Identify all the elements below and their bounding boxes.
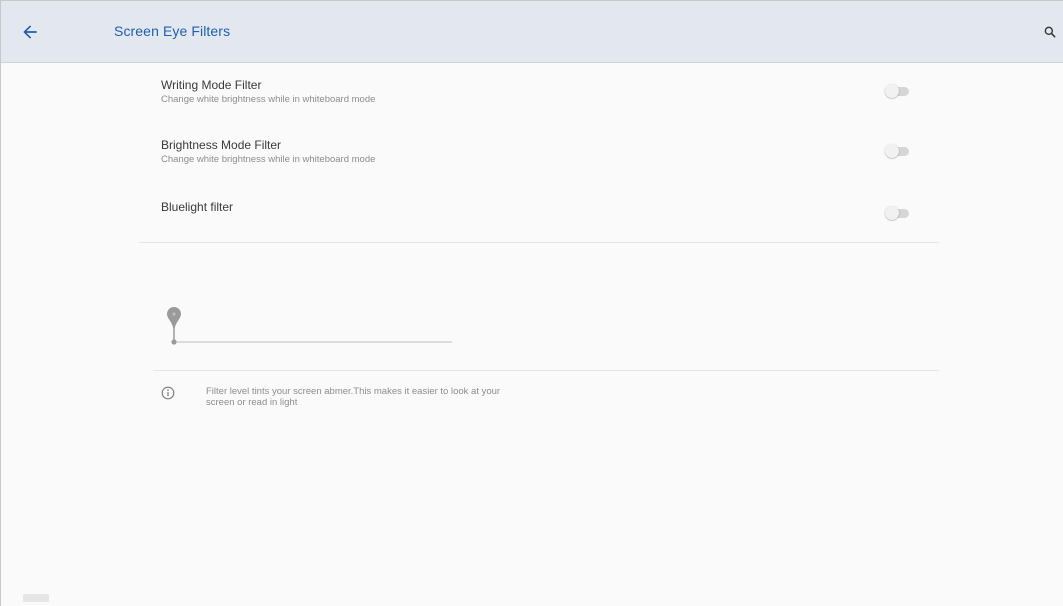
setting-title: Writing Mode Filter: [161, 78, 262, 92]
toggle-thumb: [885, 206, 899, 220]
filter-level-info-text: Filter level tints your screen abmer.Thi…: [206, 386, 501, 408]
search-icon: [1044, 26, 1056, 38]
setting-bluelight-filter: Bluelight filter: [161, 200, 921, 214]
setting-title: Bluelight filter: [161, 200, 234, 214]
bluelight-filter-toggle[interactable]: [885, 206, 911, 220]
app-bar: Screen Eye Filters: [1, 1, 1063, 63]
setting-subtitle: Change white brightness while in whitebo…: [161, 94, 376, 105]
page-title: Screen Eye Filters: [114, 23, 231, 39]
search-button[interactable]: [1041, 23, 1059, 41]
section-divider: [139, 242, 939, 243]
setting-writing-mode-filter: Writing Mode Filter Change white brightn…: [161, 78, 921, 106]
slider-track: [173, 341, 452, 343]
filter-level-slider[interactable]: [167, 307, 455, 349]
setting-brightness-mode-filter: Brightness Mode Filter Change white brig…: [161, 138, 921, 166]
slider-thumb-pin: [167, 307, 181, 345]
section-divider: [153, 370, 939, 371]
screen-eye-filters-window: Screen Eye Filters Writing Mode Filter C…: [0, 0, 1063, 606]
system-nav-indicator: [23, 594, 49, 602]
arrow-left-icon: [23, 25, 37, 39]
back-button[interactable]: [15, 17, 45, 47]
setting-title: Brightness Mode Filter: [161, 138, 282, 152]
writing-mode-filter-toggle[interactable]: [885, 84, 911, 98]
toggle-thumb: [885, 84, 899, 98]
toggle-thumb: [885, 144, 899, 158]
brightness-mode-filter-toggle[interactable]: [885, 144, 911, 158]
info-icon: [161, 386, 175, 400]
setting-subtitle: Change white brightness while in whitebo…: [161, 154, 376, 165]
